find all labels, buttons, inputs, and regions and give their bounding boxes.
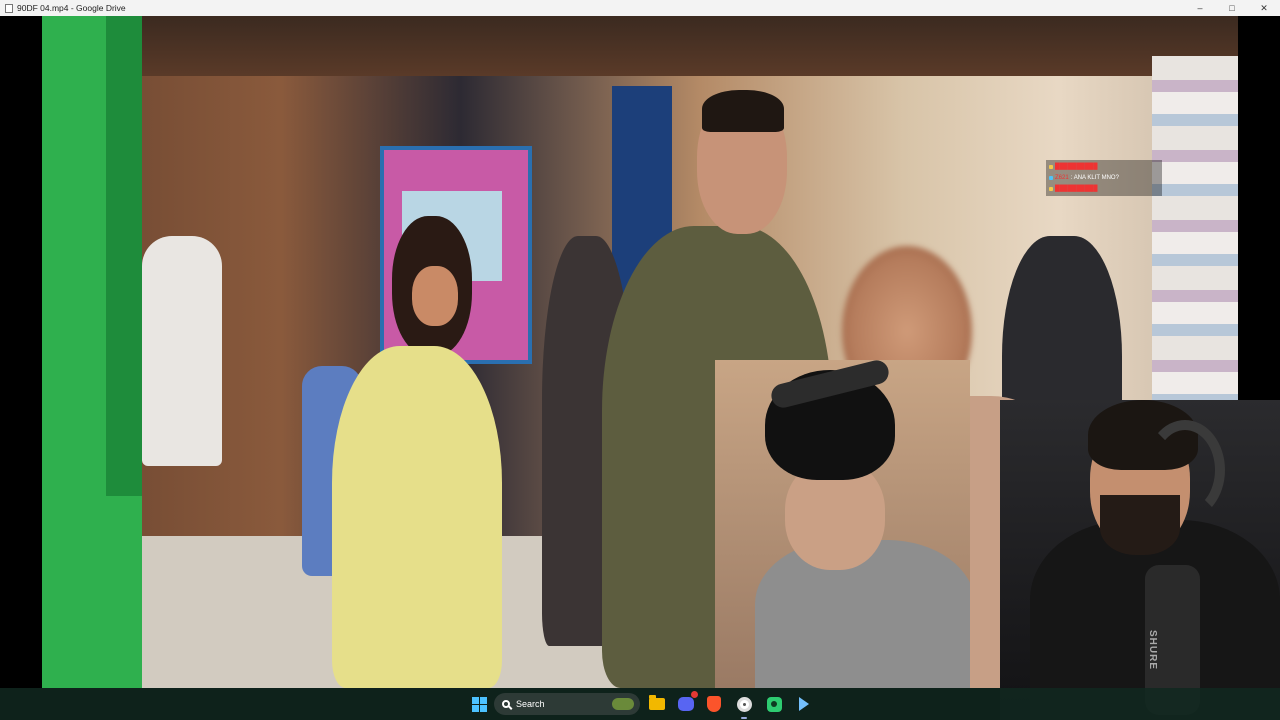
discord-button[interactable] xyxy=(676,691,698,715)
video-scene-green-stall-edge xyxy=(106,16,142,496)
brave-button[interactable] xyxy=(704,693,724,715)
chat-badge-icon xyxy=(1049,164,1053,169)
stream-chat-overlay: ██████████ Z621 : ANA KLIT MNO? ████████… xyxy=(1046,160,1162,196)
chat-message: ██████████ xyxy=(1049,183,1159,194)
search-highlight-icon xyxy=(612,698,634,710)
start-button[interactable] xyxy=(468,693,490,715)
video-scene-hat-rack xyxy=(1152,56,1238,436)
discord-icon xyxy=(678,697,694,711)
chat-username: Z621 xyxy=(1055,174,1069,181)
chat-username: ██████████ xyxy=(1055,185,1098,192)
obs-button[interactable] xyxy=(794,693,814,715)
camera-app-button[interactable] xyxy=(764,693,784,715)
obs-icon xyxy=(799,697,809,711)
maximize-button[interactable]: □ xyxy=(1216,0,1248,16)
windows-taskbar: Search xyxy=(0,688,1280,720)
search-label: Search xyxy=(516,699,545,709)
chat-username: ██████████ xyxy=(1055,163,1098,170)
video-scene-woman-face xyxy=(412,266,458,326)
chrome-button[interactable] xyxy=(734,693,754,719)
chat-message: Z621 : ANA KLIT MNO? xyxy=(1049,172,1159,183)
folder-icon xyxy=(649,695,665,710)
headset-icon xyxy=(1145,420,1225,520)
chat-message: ██████████ xyxy=(1049,161,1159,172)
webcam-right-streamer: SHURE xyxy=(1000,400,1280,720)
window-titlebar: 90DF 04.mp4 - Google Drive – □ ✕ xyxy=(0,0,1280,16)
close-button[interactable]: ✕ xyxy=(1248,0,1280,16)
video-scene-awning xyxy=(142,16,1238,76)
video-scene-mannequin xyxy=(142,236,222,466)
video-scene-man-hair xyxy=(702,90,784,132)
video-scene-woman-outfit xyxy=(332,346,502,688)
chat-badge-icon xyxy=(1049,186,1053,191)
window-title: 90DF 04.mp4 - Google Drive xyxy=(17,3,126,13)
chat-text: : ANA KLIT MNO? xyxy=(1070,174,1119,181)
taskbar-search[interactable]: Search xyxy=(494,693,640,715)
window-controls: – □ ✕ xyxy=(1184,0,1280,16)
webcam-left-streamer xyxy=(715,360,970,688)
search-icon xyxy=(502,700,510,708)
minimize-button[interactable]: – xyxy=(1184,0,1216,16)
camera-app-icon xyxy=(766,696,782,712)
brave-icon xyxy=(707,696,721,712)
notification-badge xyxy=(691,691,698,698)
chat-badge-icon xyxy=(1049,175,1053,180)
mic-brand-label: SHURE xyxy=(1147,630,1158,671)
file-explorer-button[interactable] xyxy=(648,693,666,715)
app-icon xyxy=(5,3,13,13)
windows-start-icon xyxy=(471,696,487,712)
chrome-icon xyxy=(736,696,752,712)
active-indicator xyxy=(741,717,747,719)
